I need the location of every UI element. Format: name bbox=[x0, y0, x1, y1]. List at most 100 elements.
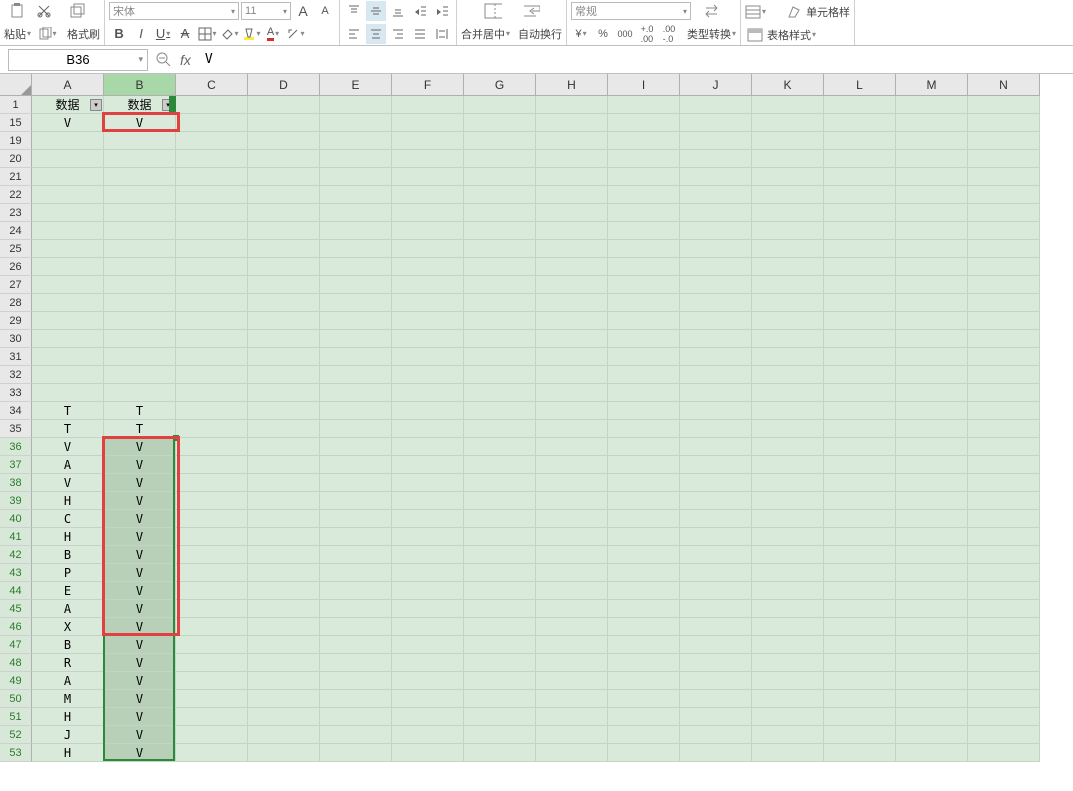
cell[interactable]: V bbox=[104, 114, 176, 132]
cell[interactable]: A bbox=[32, 456, 104, 474]
cell[interactable] bbox=[104, 150, 176, 168]
cell[interactable] bbox=[824, 510, 896, 528]
cell[interactable] bbox=[536, 582, 608, 600]
cell[interactable] bbox=[248, 528, 320, 546]
cell[interactable] bbox=[320, 510, 392, 528]
cell[interactable] bbox=[896, 438, 968, 456]
cell[interactable] bbox=[824, 330, 896, 348]
cell[interactable] bbox=[608, 168, 680, 186]
cell[interactable] bbox=[248, 150, 320, 168]
cell[interactable] bbox=[392, 528, 464, 546]
cell[interactable] bbox=[968, 258, 1040, 276]
cell[interactable] bbox=[680, 312, 752, 330]
cell[interactable] bbox=[320, 420, 392, 438]
cell[interactable] bbox=[248, 744, 320, 762]
cell[interactable] bbox=[608, 564, 680, 582]
cell[interactable] bbox=[392, 240, 464, 258]
align-bottom-icon[interactable] bbox=[388, 1, 408, 21]
cell[interactable] bbox=[752, 204, 824, 222]
cell[interactable] bbox=[824, 402, 896, 420]
cell[interactable] bbox=[680, 186, 752, 204]
cell[interactable] bbox=[824, 294, 896, 312]
cell[interactable] bbox=[608, 294, 680, 312]
cell[interactable] bbox=[608, 402, 680, 420]
cell[interactable] bbox=[536, 600, 608, 618]
cell[interactable] bbox=[320, 654, 392, 672]
cell[interactable] bbox=[248, 312, 320, 330]
cell[interactable]: H bbox=[32, 744, 104, 762]
cell[interactable] bbox=[320, 708, 392, 726]
cell[interactable] bbox=[104, 312, 176, 330]
filter-arrow-icon[interactable]: ▾ bbox=[90, 99, 102, 111]
cell[interactable] bbox=[464, 546, 536, 564]
cell[interactable] bbox=[752, 708, 824, 726]
cell[interactable] bbox=[680, 420, 752, 438]
cell[interactable] bbox=[896, 420, 968, 438]
cell[interactable]: V bbox=[104, 474, 176, 492]
cell[interactable] bbox=[32, 168, 104, 186]
wrap-text-icon[interactable] bbox=[522, 2, 540, 20]
cell[interactable] bbox=[968, 726, 1040, 744]
formula-input[interactable]: V bbox=[199, 49, 1065, 71]
cell[interactable] bbox=[464, 330, 536, 348]
cell[interactable] bbox=[968, 96, 1040, 114]
cell[interactable]: H bbox=[32, 708, 104, 726]
cell[interactable] bbox=[968, 600, 1040, 618]
cell[interactable]: V bbox=[32, 474, 104, 492]
cell[interactable] bbox=[248, 438, 320, 456]
cell[interactable] bbox=[680, 402, 752, 420]
cell[interactable] bbox=[680, 546, 752, 564]
cell[interactable] bbox=[896, 366, 968, 384]
cell[interactable]: X bbox=[32, 618, 104, 636]
cell[interactable] bbox=[464, 402, 536, 420]
cell[interactable] bbox=[176, 186, 248, 204]
cell[interactable] bbox=[176, 312, 248, 330]
conditional-format-icon[interactable]: ▾ bbox=[745, 2, 766, 22]
cell[interactable] bbox=[392, 276, 464, 294]
cell[interactable] bbox=[176, 474, 248, 492]
cell[interactable] bbox=[680, 384, 752, 402]
cell[interactable] bbox=[176, 654, 248, 672]
row-header[interactable]: 46 bbox=[0, 618, 32, 636]
row-header[interactable]: 27 bbox=[0, 276, 32, 294]
row-header[interactable]: 24 bbox=[0, 222, 32, 240]
row-header[interactable]: 42 bbox=[0, 546, 32, 564]
column-header-C[interactable]: C bbox=[176, 74, 248, 96]
align-top-icon[interactable] bbox=[344, 1, 364, 21]
cell[interactable] bbox=[608, 258, 680, 276]
cell[interactable] bbox=[536, 348, 608, 366]
cell[interactable] bbox=[392, 204, 464, 222]
cell[interactable] bbox=[104, 276, 176, 294]
cell[interactable] bbox=[176, 510, 248, 528]
cell[interactable] bbox=[608, 384, 680, 402]
cell[interactable] bbox=[176, 132, 248, 150]
cell[interactable] bbox=[392, 600, 464, 618]
cell[interactable] bbox=[176, 600, 248, 618]
cell[interactable] bbox=[896, 672, 968, 690]
cell[interactable] bbox=[32, 276, 104, 294]
cell[interactable] bbox=[176, 204, 248, 222]
cell[interactable] bbox=[536, 114, 608, 132]
row-header[interactable]: 49 bbox=[0, 672, 32, 690]
cell[interactable] bbox=[176, 420, 248, 438]
cell[interactable]: H bbox=[32, 492, 104, 510]
cell[interactable] bbox=[248, 240, 320, 258]
cell[interactable] bbox=[464, 474, 536, 492]
cell[interactable] bbox=[896, 510, 968, 528]
cell[interactable] bbox=[680, 528, 752, 546]
cell[interactable]: V bbox=[104, 672, 176, 690]
cell[interactable] bbox=[536, 690, 608, 708]
cell[interactable] bbox=[320, 672, 392, 690]
cell[interactable] bbox=[320, 546, 392, 564]
cell[interactable] bbox=[176, 744, 248, 762]
cell[interactable] bbox=[752, 330, 824, 348]
cell[interactable]: V bbox=[104, 438, 176, 456]
cell[interactable] bbox=[176, 708, 248, 726]
cell[interactable] bbox=[320, 276, 392, 294]
cell[interactable] bbox=[968, 150, 1040, 168]
cell[interactable] bbox=[536, 510, 608, 528]
cell[interactable] bbox=[176, 168, 248, 186]
cell[interactable] bbox=[608, 150, 680, 168]
cell[interactable] bbox=[392, 330, 464, 348]
cell[interactable]: T bbox=[32, 420, 104, 438]
